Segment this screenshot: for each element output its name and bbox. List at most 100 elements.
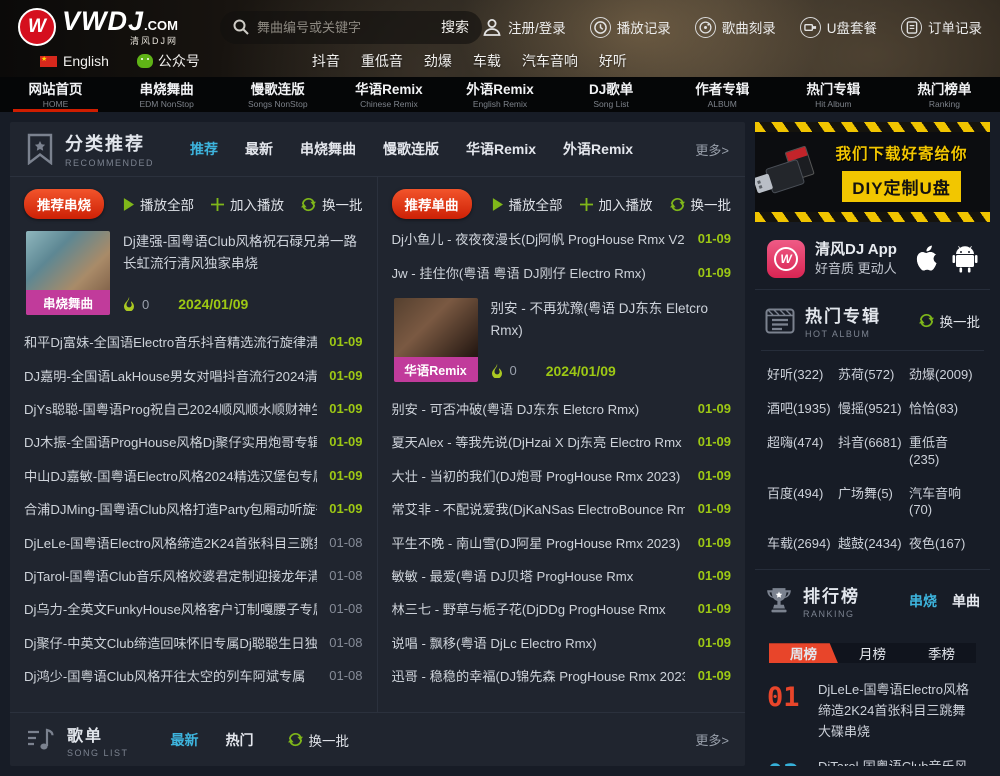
album-tag-link[interactable]: 劲爆(2009) [909,367,978,384]
album-tag-link[interactable]: 慢摇(9521) [838,401,907,418]
songlist-more-link[interactable]: 更多> [695,730,729,749]
nav-item-album[interactable]: 作者专辑 ALBUM [667,77,778,112]
song-row[interactable]: DjYs聪聪-国粤语Prog祝自己2024顺风顺水顺财神生 01-09 [24,392,363,425]
nonstop-refresh-button[interactable]: 换一批 [301,194,363,214]
ranking-period-tab[interactable]: 周榜 [769,643,838,663]
hot-keyword-link[interactable]: 车载 [473,51,501,71]
hot-keyword-link[interactable]: 好听 [599,51,627,71]
recommend-tab[interactable]: 最新 [245,139,273,159]
nonstop-badge[interactable]: 推荐串烧 [24,189,104,219]
nonstop-play-all-button[interactable]: 播放全部 [123,194,194,214]
language-switch[interactable]: English [40,53,109,69]
song-row[interactable]: 别安 - 可否冲破(粤语 DJ东东 Eletcro Rmx) 01-09 [392,392,732,425]
hot-album-refresh-button[interactable]: 换一批 [919,311,981,331]
singles-add-play-button[interactable]: 加入播放 [580,194,653,214]
nonstop-featured-card[interactable]: 串烧舞曲 Dj建强-国粤语Club风格祝石碌兄弟一路长虹流行清风独家串烧 0 2… [26,231,361,315]
ranking-toggle-option[interactable]: 串烧 [909,591,937,611]
ranking-item[interactable]: 02 DjTarol-国粤语Club音乐风格姣婆君定制迎接龙年清风独家串烧 [765,750,980,766]
song-row[interactable]: Dj聚仔-中英文Club缔造回味怀旧专属Dj聪聪生日独家 01-08 [24,626,363,659]
register-login-link[interactable]: 注册/登录 [482,17,566,37]
recommend-tab[interactable]: 外语Remix [563,139,633,159]
search-input[interactable] [257,20,441,35]
search-bar[interactable]: 搜索 [220,11,482,44]
singles-badge[interactable]: 推荐单曲 [392,189,472,219]
hot-keyword-link[interactable]: 抖音 [312,51,340,71]
apple-icon[interactable] [914,244,940,274]
album-tag-link[interactable]: 百度(494) [767,486,836,520]
song-row[interactable]: Dj乌力-全英文FunkyHouse风格客户订制嘎腰子专属 01-08 [24,592,363,625]
usb-package-link[interactable]: U盘套餐 [800,17,877,38]
songlist-tab[interactable]: 最新 [171,730,199,750]
nav-item-hit-album[interactable]: 热门专辑 Hit Album [778,77,889,112]
song-row[interactable]: 常艾非 - 不配说爱我(DjKaNSas ElectroBounce Rmx 0… [392,492,732,525]
singles-play-all-button[interactable]: 播放全部 [492,194,563,214]
song-row[interactable]: 中山DJ嘉敏-国粤语Electro风格2024精选汉堡包专属 01-09 [24,459,363,492]
song-row[interactable]: DJ嘉明-全国语LakHouse男女对唱抖音流行2024清吧 01-09 [24,358,363,391]
songlist-tab[interactable]: 热门 [226,730,254,750]
song-row[interactable]: Dj鸿少-国粤语Club风格开往太空的列车阿斌专属 01-08 [24,659,363,692]
hot-keyword-link[interactable]: 汽车音响 [522,51,578,71]
song-row[interactable]: 说唱 - 飘移(粤语 DjLc Electro Rmx) 01-09 [392,626,732,659]
song-row[interactable]: DjLeLe-国粤语Electro风格缔造2K24首张科目三跳舞 01-08 [24,525,363,558]
song-row[interactable]: Jw - 挂住你(粤语 粤语 DJ刚仔 Electro Rmx) 01-09 [392,255,732,288]
hot-keyword-link[interactable]: 重低音 [361,51,403,71]
order-history-link[interactable]: 订单记录 [901,17,982,38]
song-row[interactable]: Dj小鱼儿 - 夜夜夜漫长(Dj阿帆 ProgHouse Rmx V2 01-0… [392,222,732,255]
nav-item-song-list[interactable]: DJ歌单 Song List [556,77,667,112]
album-tag-link[interactable]: 夜色(167) [909,536,978,553]
album-tag-link[interactable]: 越鼓(2434) [838,536,907,553]
album-tag-link[interactable]: 超嗨(474) [767,435,836,469]
nav-item-home[interactable]: 网站首页 HOME [0,77,111,112]
recommend-tab[interactable]: 串烧舞曲 [300,139,356,159]
nav-item-songs-nonstop[interactable]: 慢歌连版 Songs NonStop [222,77,333,112]
search-button[interactable]: 搜索 [441,17,469,37]
ranking-period-tab[interactable]: 季榜 [907,643,976,663]
album-tag-link[interactable]: 酒吧(1935) [767,401,836,418]
singles-featured-card[interactable]: 华语Remix 别安 - 不再犹豫(粤语 DJ东东 Eletcro Rmx) 0… [394,298,730,382]
album-tag-link[interactable]: 好听(322) [767,367,836,384]
usb-drive-image [755,131,832,213]
nonstop-add-play-button[interactable]: 加入播放 [211,194,284,214]
ranking-toggle-option[interactable]: 单曲 [952,591,980,611]
song-row[interactable]: 夏天Alex - 等我先说(DjHzai X Dj东亮 Electro Rmx … [392,425,732,458]
song-row[interactable]: 迅哥 - 稳稳的幸福(DJ锦先森 ProgHouse Rmx 2023) 01-… [392,659,732,692]
ranking-period-tab[interactable]: 月榜 [838,643,907,663]
album-tag-link[interactable]: 苏荷(572) [838,367,907,384]
song-row[interactable]: 合浦DJMing-国粤语Club风格打造Party包厢动听旋律 01-09 [24,492,363,525]
recommend-tab[interactable]: 华语Remix [466,139,536,159]
album-tag-link[interactable]: 广场舞(5) [838,486,907,520]
play-history-link[interactable]: 播放记录 [590,17,671,38]
album-tag-link[interactable]: 车载(2694) [767,536,836,553]
nav-item-chinese-remix[interactable]: 华语Remix Chinese Remix [333,77,444,112]
song-row[interactable]: 和平Dj富妹-全国语Electro音乐抖音精选流行旋律清风 01-09 [24,325,363,358]
usb-ad-banner[interactable]: 我们下载好寄给你 DIY定制U盘 [755,122,990,222]
wechat-link[interactable]: 公众号 [137,51,200,71]
song-row[interactable]: DjTarol-国粤语Club音乐风格姣婆君定制迎接龙年清 01-08 [24,559,363,592]
singles-column: 推荐单曲 播放全部 加入播放 换一批 [378,177,746,712]
nav-item-edm-nonstop[interactable]: 串烧舞曲 EDM NonStop [111,77,222,112]
album-tag-link[interactable]: 恰恰(83) [909,401,978,418]
song-burn-link[interactable]: 歌曲刻录 [695,17,776,38]
music-note-icon [26,727,56,753]
nav-item-english-remix[interactable]: 外语Remix English Remix [444,77,555,112]
android-icon[interactable] [952,245,978,273]
songlist-refresh-button[interactable]: 换一批 [288,730,350,750]
ranking-section: 排行榜 RANKING 串烧单曲 周榜月榜季榜 01 DjLeLe-国粤语Ele… [755,570,990,766]
recommend-tab[interactable]: 慢歌连版 [383,139,439,159]
recommend-tab[interactable]: 推荐 [190,139,218,159]
nav-item-ranking[interactable]: 热门榜单 Ranking [889,77,1000,112]
song-row[interactable]: 敏敏 - 最爱(粤语 DJ贝塔 ProgHouse Rmx 01-09 [392,559,732,592]
song-row[interactable]: 大壮 - 当初的我们(DJ炮哥 ProgHouse Rmx 2023) 01-0… [392,459,732,492]
hot-keyword-link[interactable]: 劲爆 [424,51,452,71]
album-tag-link[interactable]: 汽车音响(70) [909,486,978,520]
singles-refresh-button[interactable]: 换一批 [670,194,732,214]
recommend-more-link[interactable]: 更多> [695,140,729,159]
album-tag-link[interactable]: 抖音(6681) [838,435,907,469]
song-row[interactable]: 林三七 - 野草与栀子花(DjDDg ProgHouse Rmx 01-09 [392,592,732,625]
song-row[interactable]: DJ木振-全国语ProgHouse风格Dj聚仔实用炮哥专辑 01-09 [24,425,363,458]
album-tag-link[interactable]: 重低音(235) [909,435,978,469]
app-icon[interactable]: W [767,240,805,278]
site-logo[interactable]: W VWDJ.COM 清风DJ网 [18,8,178,46]
ranking-item[interactable]: 01 DjLeLe-国粤语Electro风格缔造2K24首张科目三跳舞大碟串烧 [765,673,980,749]
song-row[interactable]: 平生不晚 - 南山雪(DJ阿星 ProgHouse Rmx 2023) 01-0… [392,525,732,558]
